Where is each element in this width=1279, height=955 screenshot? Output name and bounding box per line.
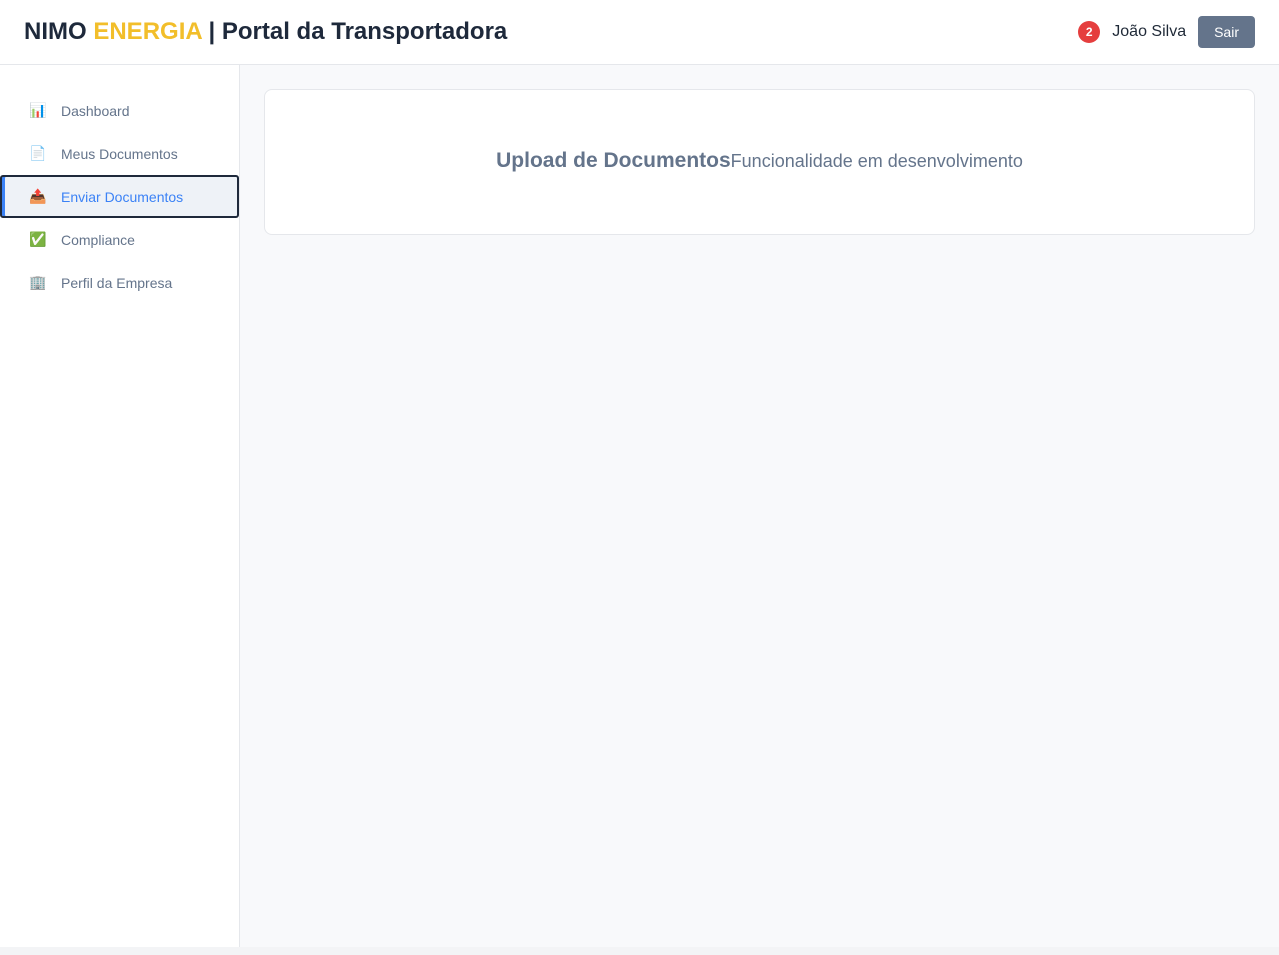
card-message: Funcionalidade em desenvolvimento bbox=[730, 150, 1023, 171]
main-content: Upload de Documentos Funcionalidade em d… bbox=[240, 65, 1279, 947]
sidebar-item-dashboard[interactable]: 📊 Dashboard bbox=[0, 89, 239, 132]
sidebar-item-label: Compliance bbox=[61, 231, 135, 248]
sidebar-item-enviar-documentos[interactable]: 📤 Enviar Documentos bbox=[0, 175, 239, 218]
document-icon: 📄 bbox=[29, 145, 47, 161]
page-bottom-edge bbox=[0, 947, 1279, 955]
sidebar: 📊 Dashboard 📄 Meus Documentos 📤 Enviar D… bbox=[0, 65, 240, 947]
sidebar-item-label: Dashboard bbox=[61, 102, 130, 119]
outbox-tray-icon: 📤 bbox=[29, 188, 47, 204]
brand-primary: NIMO bbox=[24, 18, 87, 45]
check-mark-icon: ✅ bbox=[29, 231, 47, 247]
card-title: Upload de Documentos bbox=[496, 149, 731, 172]
user-name: João Silva bbox=[1112, 23, 1187, 40]
sidebar-item-meus-documentos[interactable]: 📄 Meus Documentos bbox=[0, 132, 239, 175]
sidebar-item-label: Enviar Documentos bbox=[61, 188, 184, 205]
page-title: NIMO ENERGIA | Portal da Transportadora bbox=[24, 18, 507, 46]
notification-badge[interactable]: 2 bbox=[1078, 21, 1101, 43]
sidebar-item-label: Perfil da Empresa bbox=[61, 274, 173, 291]
sidebar-item-compliance[interactable]: ✅ Compliance bbox=[0, 218, 239, 261]
office-building-icon: 🏢 bbox=[29, 274, 47, 290]
brand-subtitle: | Portal da Transportadora bbox=[208, 18, 508, 45]
user-area: 2 João Silva Sair bbox=[1078, 16, 1255, 48]
sidebar-item-label: Meus Documentos bbox=[61, 145, 178, 162]
logout-button[interactable]: Sair bbox=[1198, 16, 1255, 48]
upload-card: Upload de Documentos Funcionalidade em d… bbox=[264, 89, 1255, 235]
sidebar-item-perfil-da-empresa[interactable]: 🏢 Perfil da Empresa bbox=[0, 261, 239, 304]
bar-chart-icon: 📊 bbox=[29, 102, 47, 118]
brand-accent: ENERGIA bbox=[93, 18, 202, 45]
app-header: NIMO ENERGIA | Portal da Transportadora … bbox=[0, 0, 1279, 65]
